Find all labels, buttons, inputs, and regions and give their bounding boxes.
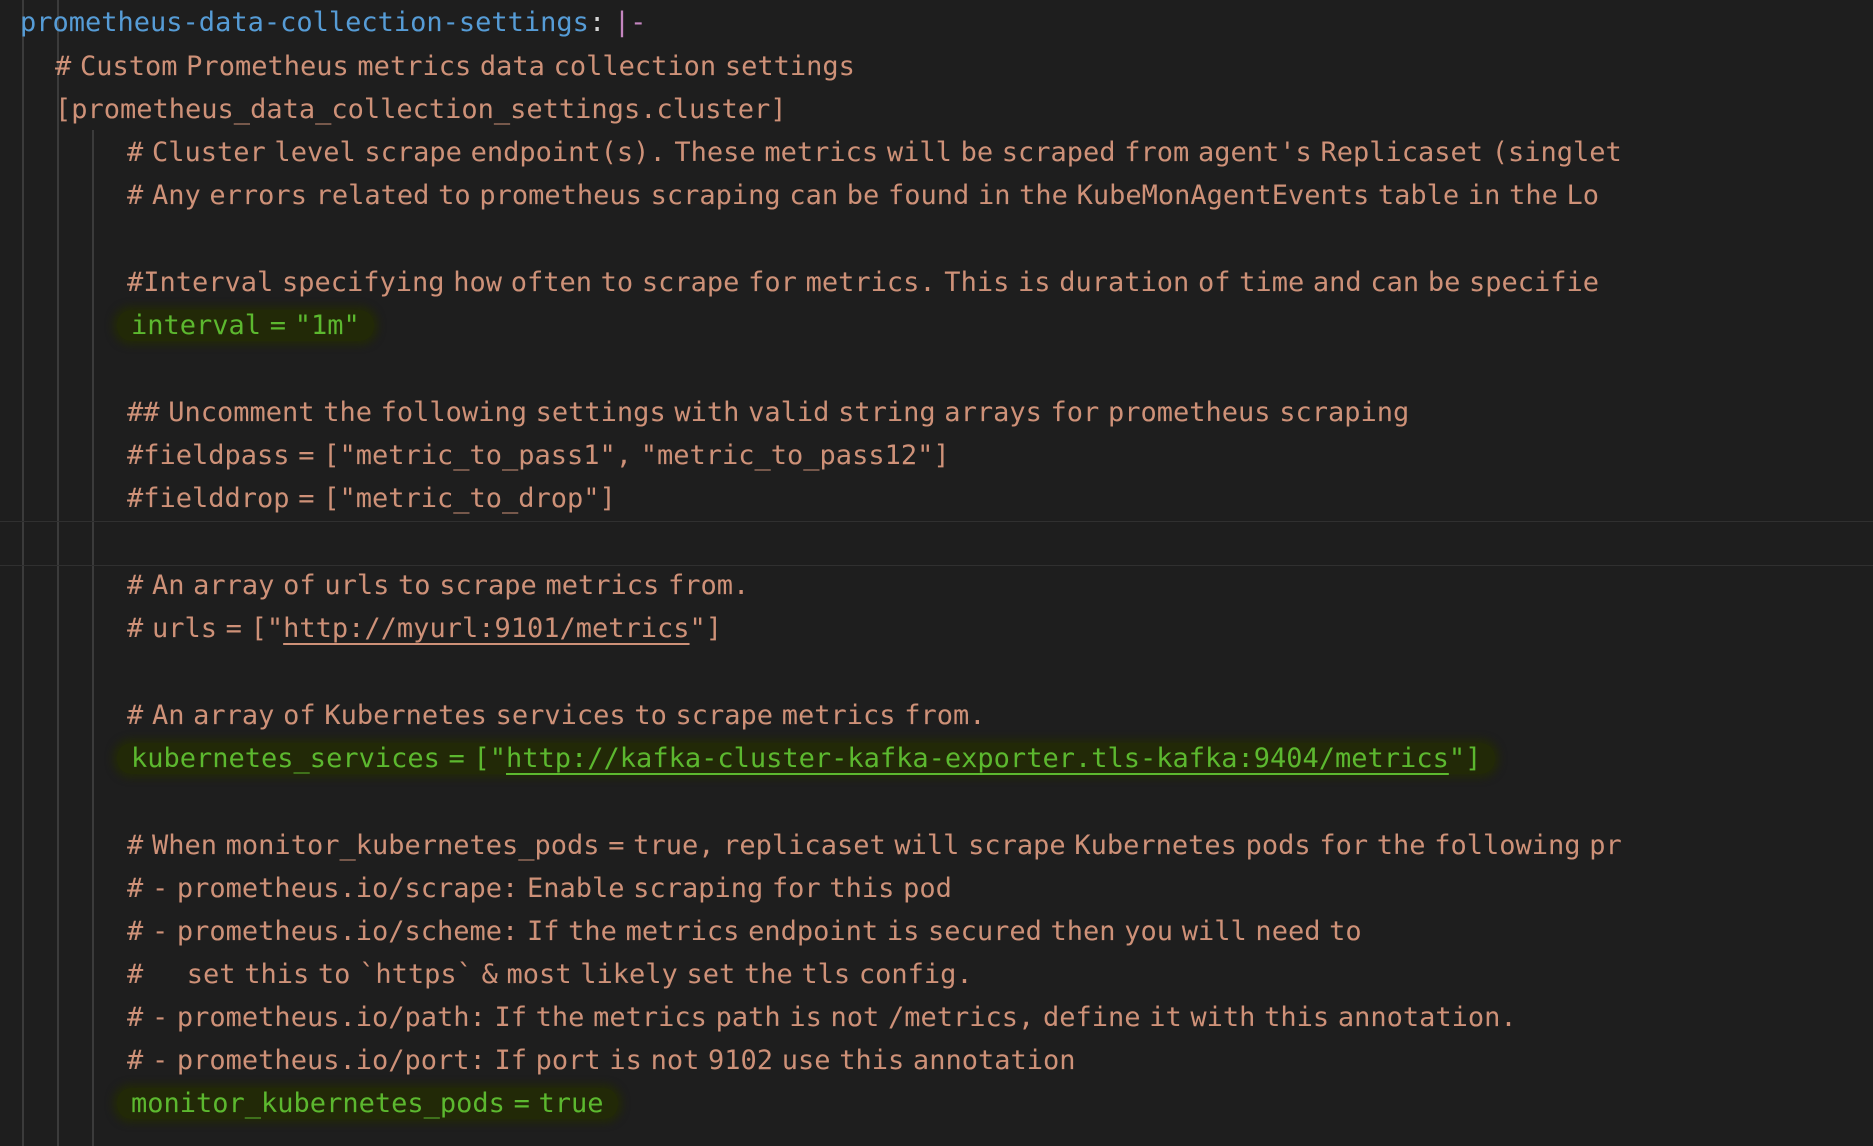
code-line-19[interactable]: # - prometheus.io/path: If the metrics p… (127, 996, 1517, 1039)
code-editor[interactable]: prometheus-data-collection-settings: |- … (0, 0, 1873, 1146)
yaml-block-indicator: |- (613, 7, 647, 38)
code-line-2[interactable]: # Custom Prometheus metrics data collect… (55, 45, 855, 88)
code-line-1[interactable]: prometheus-data-collection-settings: |- (20, 1, 646, 44)
highlighted-interval-setting: interval = "1m" (117, 310, 374, 341)
code-line-9[interactable]: #fieldpass = ["metric_to_pass1", "metric… (127, 434, 950, 477)
yaml-colon: : (588, 7, 606, 38)
code-text: # urls = [" (127, 613, 284, 644)
code-line-20[interactable]: # - prometheus.io/port: If port is not 9… (127, 1039, 1076, 1082)
code-line-6[interactable]: #Interval specifying how often to scrape… (127, 261, 1599, 304)
code-text: "] (689, 613, 723, 644)
code-line-7[interactable]: interval = "1m" (117, 304, 374, 347)
code-line-21[interactable]: monitor_kubernetes_pods = true (117, 1082, 618, 1125)
indent-guide (92, 130, 94, 1146)
code-line-15[interactable]: # When monitor_kubernetes_pods = true, r… (127, 824, 1622, 867)
highlighted-monitor-pods-setting: monitor_kubernetes_pods = true (117, 1088, 618, 1119)
code-line-17[interactable]: # - prometheus.io/scheme: If the metrics… (127, 910, 1362, 953)
code-line-4[interactable]: # Cluster level scrape endpoint(s). Thes… (127, 131, 1622, 174)
code-text: "] (1448, 743, 1482, 774)
code-line-12[interactable]: # urls = ["http://myurl:9101/metrics"] (127, 607, 722, 650)
indent-guide (22, 0, 24, 1146)
indent-guide (57, 0, 59, 1146)
code-line-14[interactable]: kubernetes_services = ["http://kafka-clu… (117, 737, 1496, 780)
code-line-16[interactable]: # - prometheus.io/scrape: Enable scrapin… (127, 867, 952, 910)
code-line-8[interactable]: ## Uncomment the following settings with… (127, 391, 1409, 434)
code-text: kubernetes_services = [" (131, 743, 507, 774)
code-line-11[interactable]: # An array of urls to scrape metrics fro… (127, 564, 749, 607)
yaml-key: prometheus-data-collection-settings (20, 7, 589, 38)
highlighted-kubernetes-services-setting: kubernetes_services = ["http://kafka-clu… (117, 743, 1496, 774)
url-link[interactable]: http://myurl:9101/metrics (283, 613, 689, 644)
code-line-5[interactable]: # Any errors related to prometheus scrap… (127, 174, 1599, 217)
code-line-10[interactable]: #fielddrop = ["metric_to_drop"] (127, 477, 616, 520)
current-line-highlight (0, 521, 1873, 566)
url-link[interactable]: http://kafka-cluster-kafka-exporter.tls-… (506, 743, 1449, 774)
code-line-18[interactable]: # set this to `https` & most likely set … (127, 953, 973, 996)
code-line-13[interactable]: # An array of Kubernetes services to scr… (127, 694, 986, 737)
code-line-3[interactable]: [prometheus_data_collection_settings.clu… (55, 88, 787, 131)
